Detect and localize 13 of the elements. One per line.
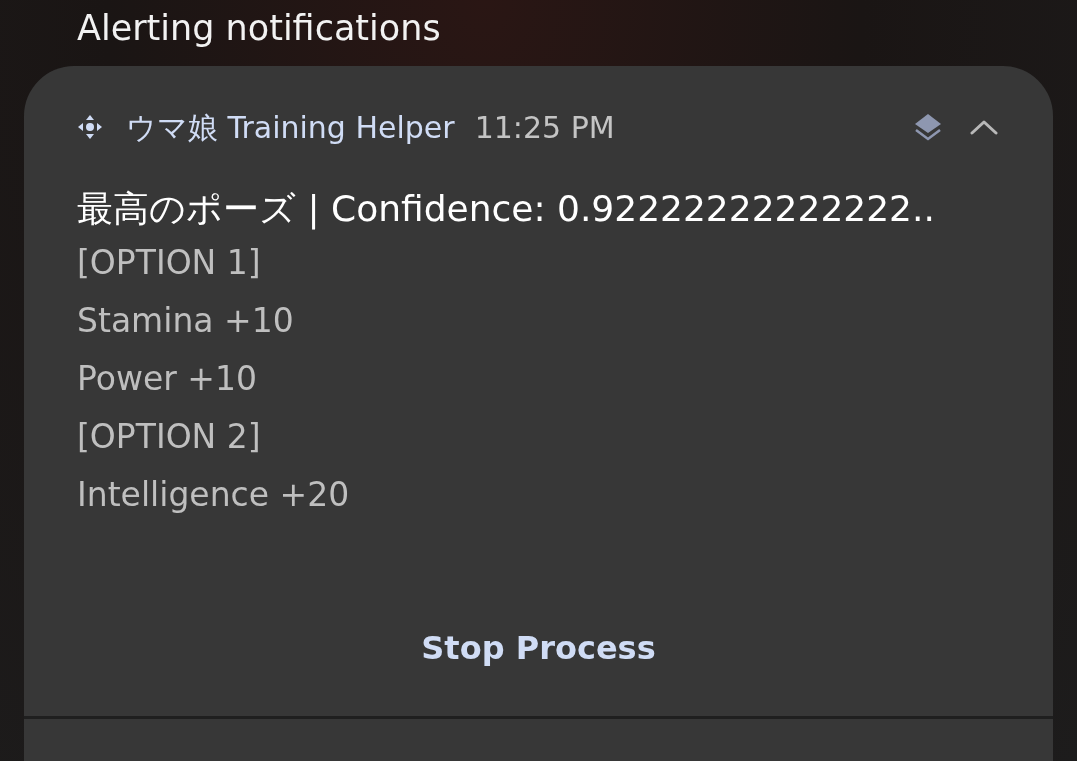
move-arrows-icon [76, 113, 104, 141]
chevron-up-icon[interactable] [970, 119, 998, 135]
notification-line: Power +10 [77, 358, 258, 400]
app-name: ウマ娘 Training Helper [126, 108, 455, 147]
layers-icon[interactable] [913, 113, 943, 141]
notification-title: 最高のポーズ | Confidence: 0.92222222222222.. [77, 187, 936, 232]
section-heading: Alerting notifications [77, 8, 441, 48]
notification-line: Stamina +10 [77, 300, 295, 342]
notification-line: [OPTION 2] [77, 416, 262, 458]
notification-time: 11:25 PM [474, 108, 615, 147]
stop-process-button[interactable]: Stop Process [409, 618, 668, 678]
notification-line: Intelligence +20 [77, 474, 351, 516]
notification-line: [OPTION 1] [77, 242, 262, 284]
